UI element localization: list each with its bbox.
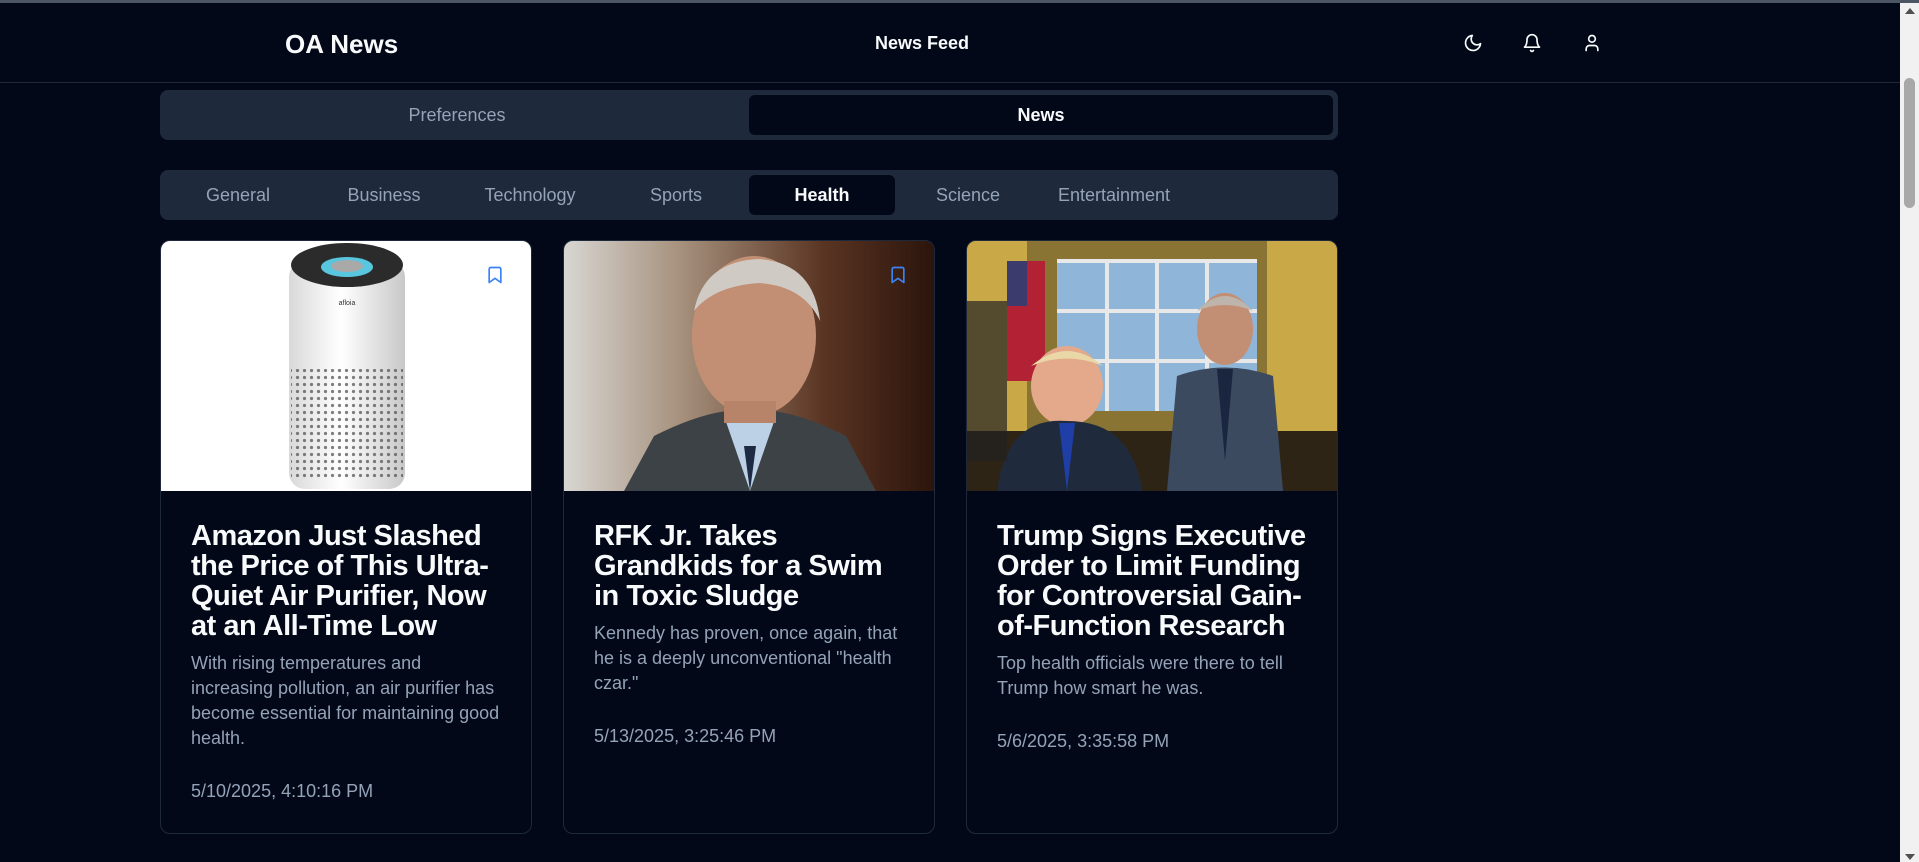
portrait-photo	[564, 241, 934, 491]
bookmark-icon[interactable]	[485, 265, 505, 285]
article-description: Kennedy has proven, once again, that he …	[594, 623, 898, 693]
category-tab-science[interactable]: Science	[895, 175, 1041, 215]
air-purifier-photo: afloia	[161, 241, 531, 491]
nav-news-feed[interactable]: News Feed	[875, 33, 969, 54]
article-card[interactable]: Trump Signs Executive Order to Limit Fun…	[966, 240, 1338, 834]
article-title[interactable]: Trump Signs Executive Order to Limit Fun…	[997, 521, 1307, 641]
category-tab-technology[interactable]: Technology	[457, 175, 603, 215]
moon-icon[interactable]	[1461, 31, 1485, 55]
product-brand-label: afloia	[339, 300, 356, 307]
bell-icon[interactable]	[1520, 31, 1544, 55]
tab-preferences[interactable]: Preferences	[165, 95, 749, 135]
scroll-down-icon[interactable]	[1905, 854, 1915, 860]
page-scrollbar[interactable]	[1900, 3, 1919, 862]
oval-office-photo	[967, 241, 1337, 491]
scroll-thumb[interactable]	[1904, 78, 1915, 208]
app-header: OA News News Feed	[0, 3, 1900, 83]
article-date: 5/10/2025, 4:10:16 PM	[191, 781, 374, 801]
article-date: 5/6/2025, 3:35:58 PM	[997, 731, 1170, 751]
category-tab-general[interactable]: General	[165, 175, 311, 215]
article-date: 5/13/2025, 3:25:46 PM	[594, 726, 777, 746]
category-tab-entertainment[interactable]: Entertainment	[1041, 175, 1187, 215]
article-title[interactable]: Amazon Just Slashed the Price of This Ul…	[191, 521, 501, 641]
category-tab-sports[interactable]: Sports	[603, 175, 749, 215]
article-card[interactable]: afloia Amazon Just Slashed the Price of …	[160, 240, 532, 834]
brand-logo[interactable]: OA News	[285, 29, 398, 60]
scroll-up-icon[interactable]	[1905, 8, 1915, 14]
article-description: Top health officials were there to tell …	[997, 653, 1283, 698]
category-tab-business[interactable]: Business	[311, 175, 457, 215]
category-tab-health[interactable]: Health	[749, 175, 895, 215]
category-tabs: General Business Technology Sports Healt…	[160, 170, 1338, 220]
user-icon[interactable]	[1580, 31, 1604, 55]
article-description: With rising temperatures and increasing …	[191, 653, 500, 748]
tab-news[interactable]: News	[749, 95, 1333, 135]
article-title[interactable]: RFK Jr. Takes Grandkids for a Swim in To…	[594, 521, 904, 611]
view-tabs: Preferences News	[160, 90, 1338, 140]
article-card[interactable]: RFK Jr. Takes Grandkids for a Swim in To…	[563, 240, 935, 834]
bookmark-icon[interactable]	[888, 265, 908, 285]
